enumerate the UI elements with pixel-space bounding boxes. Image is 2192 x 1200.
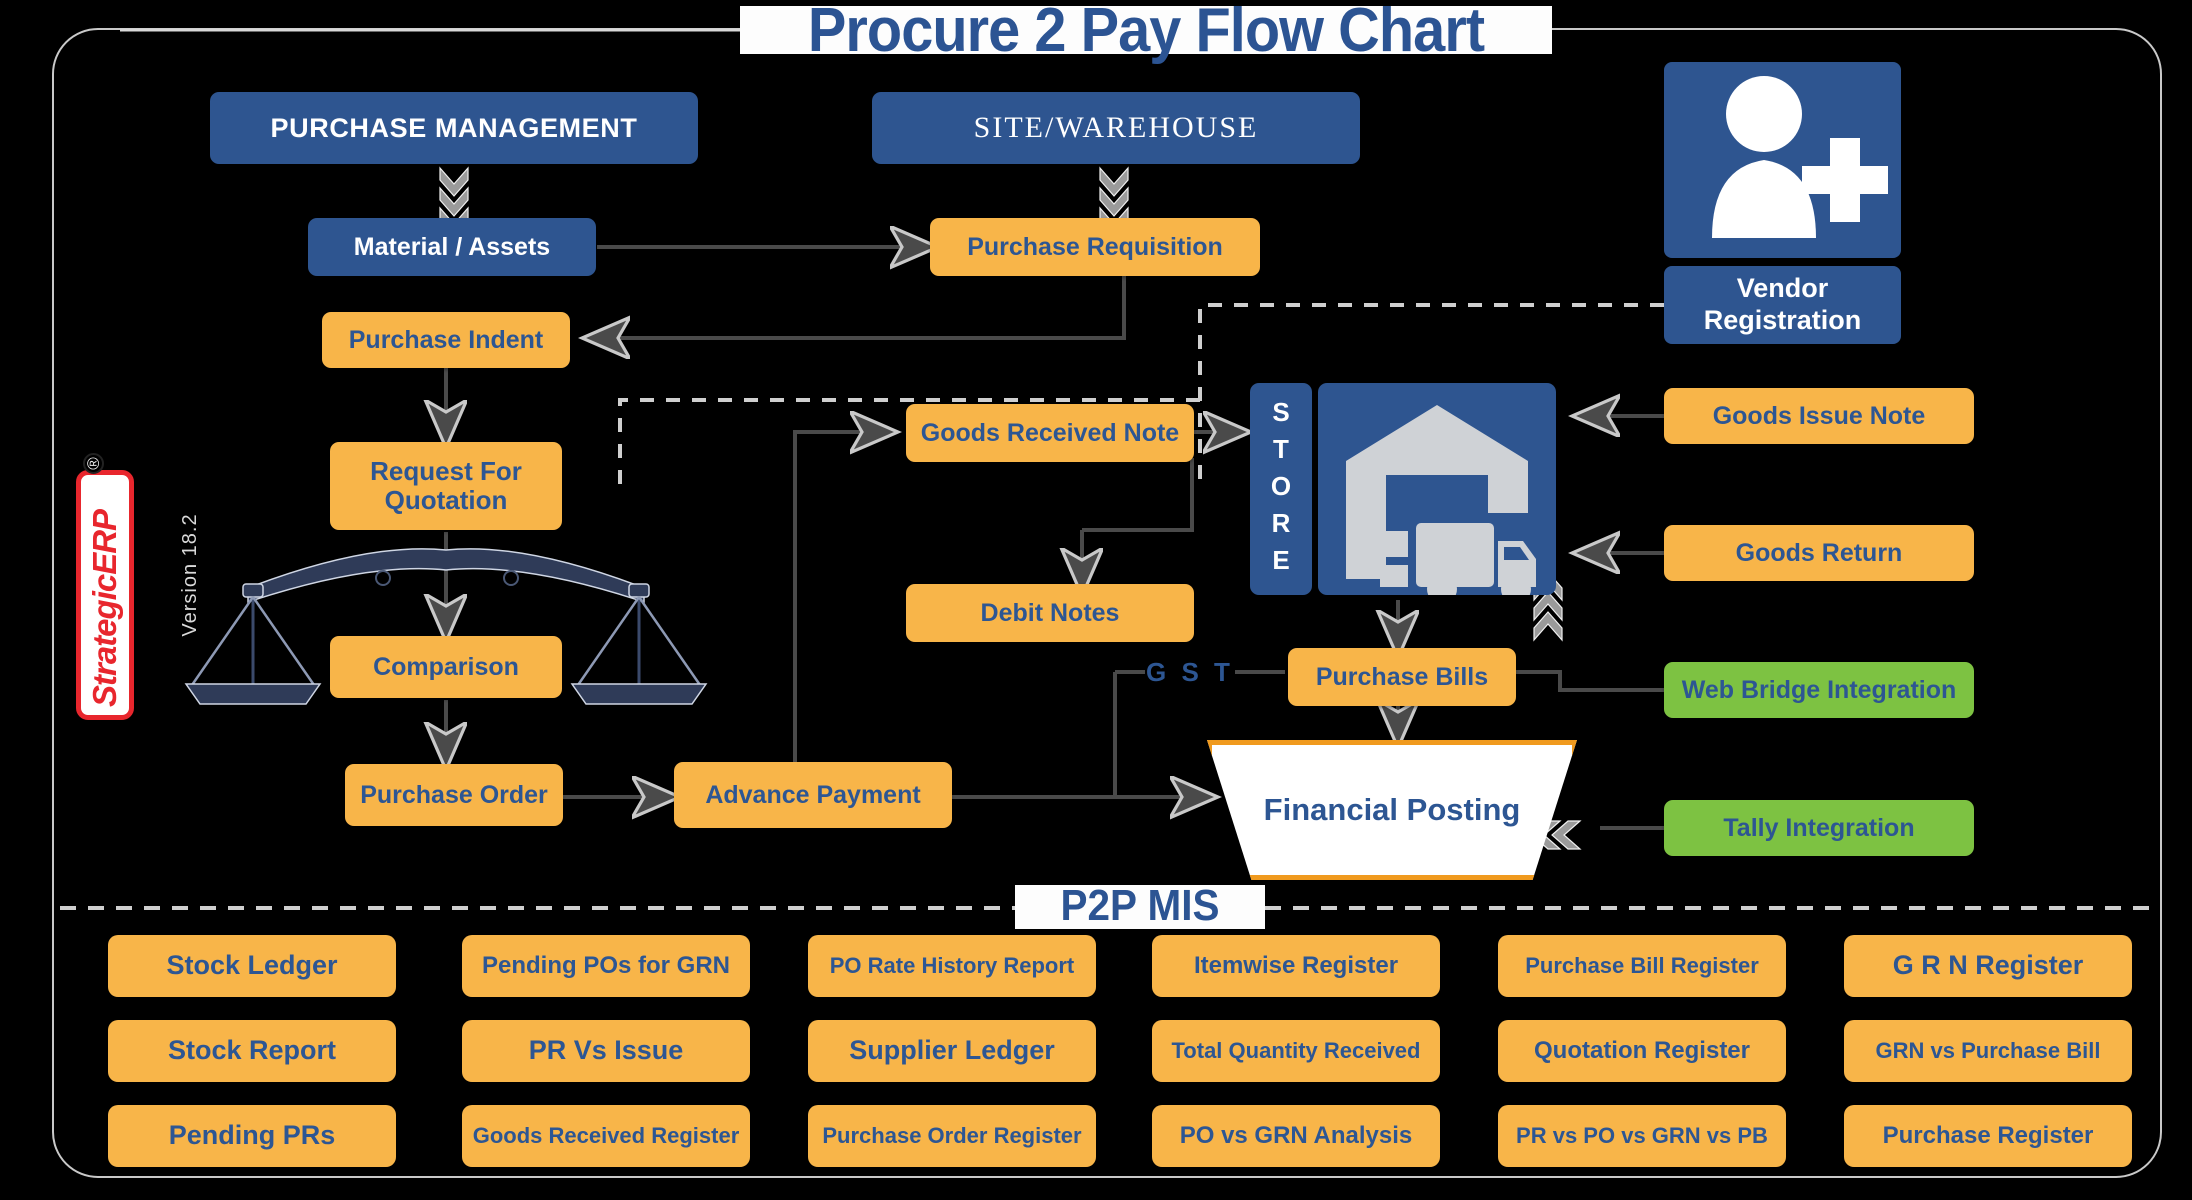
mis-item[interactable]: Stock Report [108,1020,396,1082]
logo-text: StrategicERP [86,509,123,707]
label-gst: G S T [1145,655,1235,689]
mis-item[interactable]: Pending PRs [108,1105,396,1167]
node-financial-posting[interactable]: Financial Posting [1207,740,1577,880]
node-material-assets[interactable]: Material / Assets [308,218,596,276]
financial-posting-label: Financial Posting [1263,792,1521,828]
node-purchase-requisition[interactable]: Purchase Requisition [930,218,1260,276]
version-label: Version 18.2 [178,513,201,637]
node-advance-payment[interactable]: Advance Payment [674,762,952,828]
node-vendor-registration[interactable]: Vendor Registration [1664,266,1901,344]
node-tally-integration[interactable]: Tally Integration [1664,800,1974,856]
header-site-warehouse: SITE/WAREHOUSE [872,92,1360,164]
mis-item[interactable]: Supplier Ledger [808,1020,1096,1082]
mis-item[interactable]: Purchase Bill Register [1498,935,1786,997]
node-comparison[interactable]: Comparison [330,636,562,698]
mis-item[interactable]: Pending POs for GRN [462,935,750,997]
mis-item[interactable]: Itemwise Register [1152,935,1440,997]
mis-item[interactable]: PO vs GRN Analysis [1152,1105,1440,1167]
node-debit-notes[interactable]: Debit Notes [906,584,1194,642]
registered-mark-icon: ® [83,453,104,474]
page-title: Procure 2 Pay Flow Chart [807,0,1485,65]
node-purchase-bills[interactable]: Purchase Bills [1288,648,1516,706]
mis-heading: P2P MIS [1060,881,1220,930]
mis-item[interactable]: PR Vs Issue [462,1020,750,1082]
mis-item[interactable]: Total Quantity Received [1152,1020,1440,1082]
mis-item[interactable]: Purchase Order Register [808,1105,1096,1167]
flowchart-canvas: Procure 2 Pay Flow Chart StrategicERP ® … [0,0,2192,1200]
node-purchase-order[interactable]: Purchase Order [345,764,563,826]
warehouse-truck-icon [1318,383,1556,595]
strategicerp-logo: StrategicERP ® [76,453,136,720]
node-goods-received-note[interactable]: Goods Received Note [906,404,1194,462]
node-web-bridge-integration[interactable]: Web Bridge Integration [1664,662,1974,718]
mis-item[interactable]: G R N Register [1844,935,2132,997]
mis-item[interactable]: Goods Received Register [462,1105,750,1167]
mis-item[interactable]: PR vs PO vs GRN vs PB [1498,1105,1786,1167]
node-purchase-indent[interactable]: Purchase Indent [322,312,570,368]
node-store[interactable]: STORE [1250,383,1312,595]
mis-item[interactable]: Quotation Register [1498,1020,1786,1082]
store-label: STORE [1266,396,1296,582]
header-purchase-management: PURCHASE MANAGEMENT [210,92,698,164]
node-request-for-quotation[interactable]: Request For Quotation [330,442,562,530]
mis-item[interactable]: GRN vs Purchase Bill [1844,1020,2132,1082]
node-goods-issue-note[interactable]: Goods Issue Note [1664,388,1974,444]
mis-item[interactable]: Stock Ledger [108,935,396,997]
mis-item[interactable]: PO Rate History Report [808,935,1096,997]
mis-item[interactable]: Purchase Register [1844,1105,2132,1167]
node-goods-return[interactable]: Goods Return [1664,525,1974,581]
user-plus-icon [1664,62,1901,258]
